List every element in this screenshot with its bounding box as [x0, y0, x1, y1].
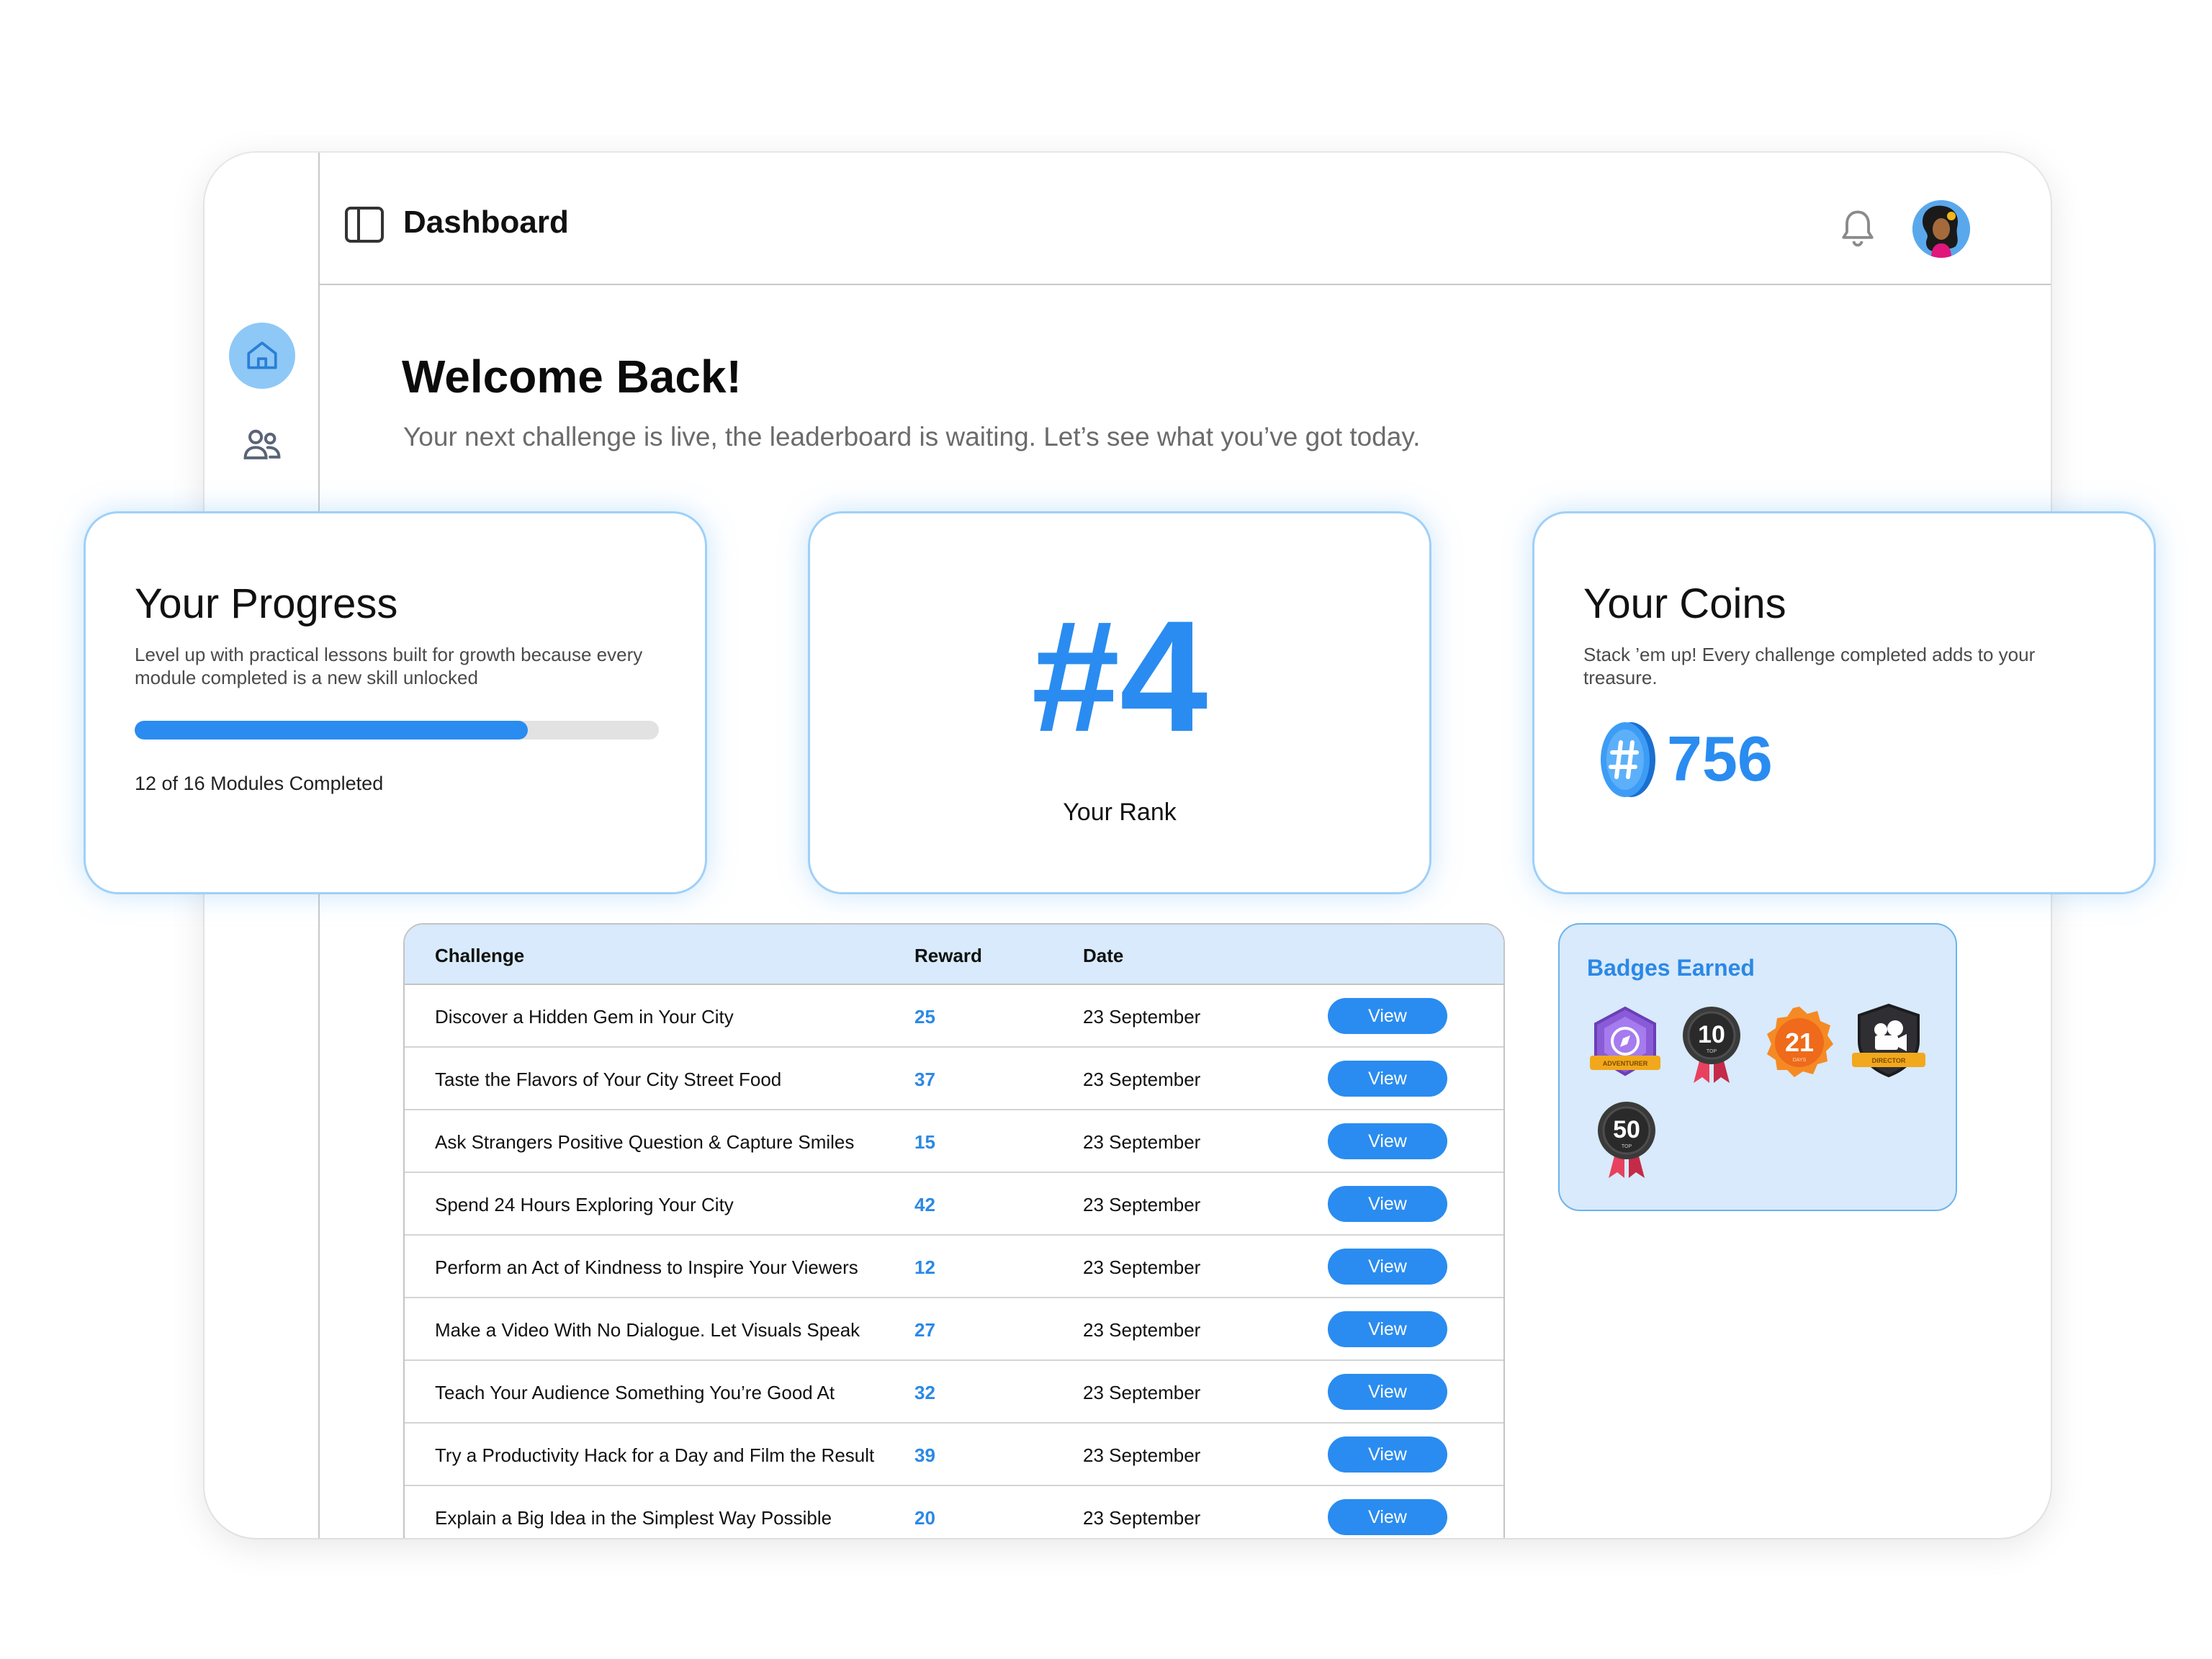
- view-button[interactable]: View: [1328, 1374, 1447, 1410]
- challenge-reward: 39: [914, 1444, 935, 1466]
- challenge-reward: 12: [914, 1256, 935, 1278]
- challenge-name: Ask Strangers Positive Question & Captur…: [435, 1131, 855, 1153]
- 21-days-badge-icon: 21 DAYS: [1767, 1007, 1833, 1077]
- table-row: Ask Strangers Positive Question & Captur…: [405, 1110, 1503, 1173]
- view-button[interactable]: View: [1328, 1437, 1447, 1473]
- challenge-name: Make a Video With No Dialogue. Let Visua…: [435, 1319, 860, 1341]
- rank-value: #4: [1031, 588, 1208, 765]
- top-50-badge-icon: 50 TOP: [1598, 1102, 1655, 1178]
- challenge-date: 23 September: [1083, 1256, 1201, 1278]
- coins-title: Your Coins: [1583, 580, 1786, 627]
- header-date: Date: [1083, 945, 1124, 966]
- home-icon: [247, 341, 277, 369]
- 21-days-number: 21: [1785, 1028, 1814, 1057]
- coins-description: Stack ’em up! Every challenge completed …: [1583, 644, 2036, 688]
- progress-bar-fill: [135, 721, 528, 739]
- challenge-date: 23 September: [1083, 1006, 1201, 1028]
- view-button[interactable]: View: [1328, 1499, 1447, 1535]
- progress-description: Level up with practical lessons built fo…: [135, 644, 643, 688]
- header-reward: Reward: [914, 945, 982, 966]
- header-challenge: Challenge: [435, 945, 525, 966]
- adventurer-caption: ADVENTURER: [1603, 1060, 1648, 1067]
- top-50-caption: TOP: [1622, 1144, 1632, 1149]
- view-button[interactable]: View: [1328, 998, 1447, 1034]
- view-button[interactable]: View: [1328, 1311, 1447, 1347]
- challenge-date: 23 September: [1083, 1069, 1201, 1090]
- challenge-reward: 27: [914, 1319, 935, 1341]
- director-caption: DIRECTOR: [1872, 1057, 1906, 1064]
- challenge-name: Perform an Act of Kindness to Inspire Yo…: [435, 1256, 858, 1278]
- challenge-date: 23 September: [1083, 1507, 1201, 1529]
- top-50-number: 50: [1613, 1116, 1640, 1143]
- sidebar-item-home[interactable]: [229, 323, 295, 389]
- welcome-title: Welcome Back!: [402, 351, 742, 403]
- users-icon: [243, 429, 281, 459]
- top-10-caption: TOP: [1707, 1049, 1717, 1054]
- challenge-reward: 15: [914, 1131, 935, 1153]
- view-button[interactable]: View: [1328, 1061, 1447, 1097]
- challenge-reward: 37: [914, 1069, 935, 1090]
- challenge-name: Discover a Hidden Gem in Your City: [435, 1006, 734, 1028]
- challenge-reward: 32: [914, 1382, 935, 1403]
- challenge-date: 23 September: [1083, 1444, 1201, 1466]
- challenge-name: Taste the Flavors of Your City Street Fo…: [435, 1069, 782, 1090]
- table-row: Make a Video With No Dialogue. Let Visua…: [405, 1298, 1503, 1361]
- table-row: Spend 24 Hours Exploring Your City 42 23…: [405, 1173, 1503, 1236]
- bell-icon[interactable]: [1839, 207, 1876, 251]
- progress-title: Your Progress: [135, 580, 398, 627]
- challenge-name: Explain a Big Idea in the Simplest Way P…: [435, 1507, 832, 1529]
- 21-days-caption: DAYS: [1793, 1058, 1807, 1063]
- user-avatar-icon: [1912, 200, 1970, 258]
- challenge-date: 23 September: [1083, 1194, 1201, 1215]
- badges-title: Badges Earned: [1587, 955, 1755, 981]
- director-badge-icon: DIRECTOR: [1852, 1003, 1925, 1078]
- challenge-reward: 20: [914, 1507, 935, 1529]
- table-row: Try a Productivity Hack for a Day and Fi…: [405, 1424, 1503, 1486]
- avatar[interactable]: [1912, 200, 1970, 258]
- sidebar-item-users[interactable]: [229, 412, 295, 478]
- rank-label: Your Rank: [1063, 799, 1177, 826]
- table-row: Discover a Hidden Gem in Your City 25 23…: [405, 985, 1503, 1048]
- table-header: Challenge Reward Date: [405, 925, 1503, 985]
- topbar: Dashboard: [320, 153, 2051, 285]
- table-row: Taste the Flavors of Your City Street Fo…: [405, 1048, 1503, 1110]
- top-10-badge-icon: 10 TOP: [1683, 1007, 1740, 1083]
- challenge-name: Teach Your Audience Something You’re Goo…: [435, 1382, 835, 1403]
- challenges-table: Challenge Reward Date Discover a Hidden …: [403, 923, 1505, 1538]
- rank-card: #4 Your Rank: [808, 511, 1431, 894]
- challenge-date: 23 September: [1083, 1382, 1201, 1403]
- table-row: Perform an Act of Kindness to Inspire Yo…: [405, 1236, 1503, 1298]
- challenge-reward: 42: [914, 1194, 935, 1215]
- progress-card: Your Progress Level up with practical le…: [84, 511, 707, 894]
- table-row: Teach Your Audience Something You’re Goo…: [405, 1361, 1503, 1424]
- view-button[interactable]: View: [1328, 1123, 1447, 1159]
- page-title: Dashboard: [403, 204, 569, 240]
- view-button[interactable]: View: [1328, 1186, 1447, 1222]
- challenge-reward: 25: [914, 1006, 935, 1028]
- challenge-name: Try a Productivity Hack for a Day and Fi…: [435, 1444, 875, 1466]
- badges-card: Badges Earned ADVENTURER 10 TOP 21 DAYS: [1558, 923, 1957, 1211]
- welcome-subtitle: Your next challenge is live, the leaderb…: [403, 422, 1421, 451]
- progress-bar: [135, 721, 659, 739]
- sidebar-toggle-icon[interactable]: [344, 206, 385, 243]
- challenge-date: 23 September: [1083, 1131, 1201, 1153]
- table-row: Explain a Big Idea in the Simplest Way P…: [405, 1486, 1503, 1538]
- adventurer-badge-icon: ADVENTURER: [1590, 1006, 1660, 1076]
- challenge-date: 23 September: [1083, 1319, 1201, 1341]
- coins-value: 756: [1667, 723, 1773, 794]
- coin-icon: [1601, 722, 1655, 797]
- progress-label: 12 of 16 Modules Completed: [135, 773, 384, 794]
- view-button[interactable]: View: [1328, 1249, 1447, 1285]
- top-10-number: 10: [1698, 1021, 1725, 1048]
- challenge-name: Spend 24 Hours Exploring Your City: [435, 1194, 734, 1215]
- coins-card: Your Coins Stack ’em up! Every challenge…: [1532, 511, 2156, 894]
